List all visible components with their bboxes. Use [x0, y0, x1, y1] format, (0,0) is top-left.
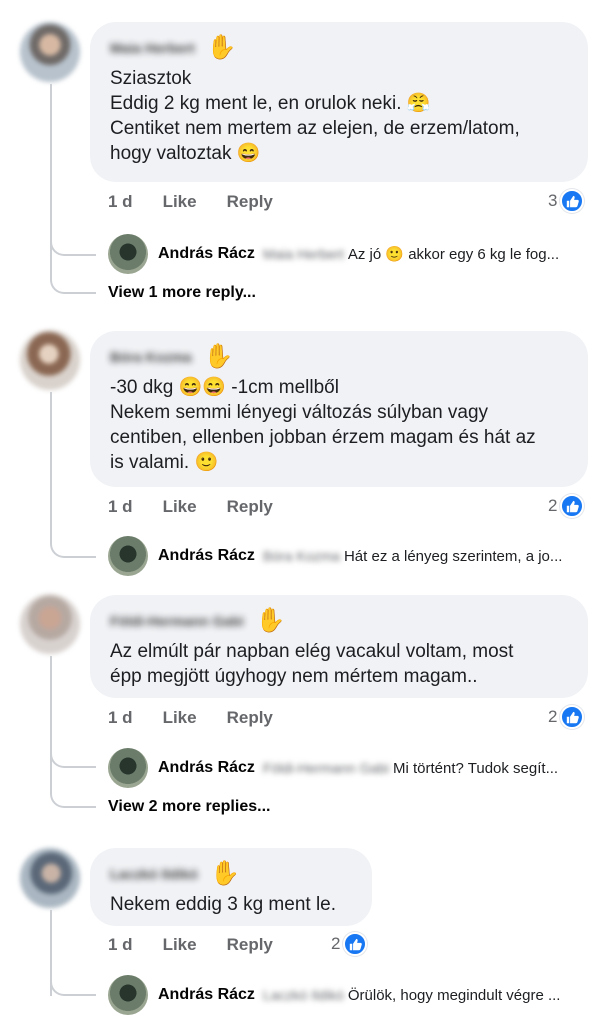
reply-avatar[interactable]: [108, 748, 148, 788]
reaction-number: 2: [331, 934, 341, 953]
reply-avatar[interactable]: [108, 975, 148, 1015]
thread-branch: [50, 532, 96, 558]
reaction-number: 2: [548, 707, 558, 726]
reply-text: Mi történt? Tudok segít...: [392, 759, 559, 777]
reaction-count[interactable]: 2: [548, 494, 585, 518]
commenter-avatar[interactable]: [20, 594, 80, 654]
thread-branch: [50, 256, 96, 294]
comment-actions: 1 d Like Reply: [108, 497, 303, 517]
reply-avatar[interactable]: [108, 536, 148, 576]
view-more-replies-link[interactable]: View 1 more reply...: [108, 284, 256, 302]
comment-text: -30 dkg 😄😄 -1cm mellből Nekem semmi lény…: [110, 377, 536, 473]
comment-bubble: Maia Herbert ✋ Sziasztok Eddig 2 kg ment…: [90, 22, 588, 182]
like-button[interactable]: Like: [163, 497, 197, 517]
commenter-avatar[interactable]: [20, 848, 80, 908]
reply-author[interactable]: András Rácz: [158, 986, 255, 1004]
reply-author[interactable]: András Rácz: [158, 759, 255, 777]
commenter-name[interactable]: Maia Herbert: [110, 40, 195, 56]
reply-author[interactable]: András Rácz: [158, 245, 255, 263]
like-button[interactable]: Like: [163, 192, 197, 212]
reply-text: Örülök, hogy megindult végre ...: [347, 986, 561, 1004]
comment-time[interactable]: 1 d: [108, 192, 133, 212]
reply-row: András Rácz Földi-Hermann Gabi Mi történ…: [108, 748, 594, 788]
comment-text: Nekem eddig 3 kg ment le.: [110, 894, 337, 915]
thread-branch: [50, 742, 96, 768]
reply-tag[interactable]: Földi-Hermann Gabi: [263, 760, 389, 776]
reply-button[interactable]: Reply: [227, 497, 273, 517]
reply-button[interactable]: Reply: [227, 192, 273, 212]
reply-tag[interactable]: Laczkó Ildikó: [263, 987, 344, 1003]
comment-bubble: Laczkó Ildikó ✋ Nekem eddig 3 kg ment le…: [90, 848, 372, 926]
comment-text: Sziasztok Eddig 2 kg ment le, en orulok …: [110, 68, 520, 164]
waving-hand-icon: ✋: [209, 860, 240, 887]
reply-tag[interactable]: Maia Herbert: [263, 246, 344, 262]
comment-bubble: Földi-Hermann Gabi ✋ Az elmúlt pár napba…: [90, 595, 588, 698]
reply-text: Hát ez a lényeg szerintem, a jo...: [343, 547, 563, 565]
reaction-count[interactable]: 2: [331, 932, 368, 956]
reaction-count[interactable]: 2: [548, 705, 585, 729]
thumbs-up-icon: [560, 705, 585, 729]
like-button[interactable]: Like: [163, 935, 197, 955]
commenter-avatar[interactable]: [20, 330, 80, 390]
thumbs-up-icon: [560, 189, 585, 213]
comment-time[interactable]: 1 d: [108, 935, 133, 955]
commenter-name[interactable]: Laczkó Ildikó: [110, 866, 198, 882]
reaction-count[interactable]: 3: [548, 189, 585, 213]
reply-row: András Rácz Laczkó Ildikó Örülök, hogy m…: [108, 975, 594, 1015]
comment-bubble: Bóra Kozma ✋ -30 dkg 😄😄 -1cm mellből Nek…: [90, 331, 588, 487]
reaction-number: 3: [548, 191, 558, 210]
thread-branch: [50, 768, 96, 808]
thread-branch: [50, 230, 96, 256]
reply-row: András Rácz Maia Herbert Az jó 🙂 akkor e…: [108, 234, 594, 274]
reaction-number: 2: [548, 496, 558, 515]
thumbs-up-icon: [343, 932, 368, 956]
comment-time[interactable]: 1 d: [108, 708, 133, 728]
comment-actions: 1 d Like Reply: [108, 708, 303, 728]
thread-branch: [50, 970, 96, 996]
commenter-name[interactable]: Bóra Kozma: [110, 349, 192, 365]
commenter-name[interactable]: Földi-Hermann Gabi: [110, 613, 244, 629]
waving-hand-icon: ✋: [255, 607, 286, 634]
waving-hand-icon: ✋: [203, 343, 234, 370]
reply-tag[interactable]: Bóra Kozma: [263, 548, 340, 564]
thread-line: [50, 392, 52, 532]
comment-actions: 1 d Like Reply: [108, 192, 303, 212]
waving-hand-icon: ✋: [206, 34, 237, 61]
reply-avatar[interactable]: [108, 234, 148, 274]
thumbs-up-icon: [560, 494, 585, 518]
view-more-replies-link[interactable]: View 2 more replies...: [108, 798, 270, 816]
reply-author[interactable]: András Rácz: [158, 547, 255, 565]
reply-button[interactable]: Reply: [227, 708, 273, 728]
comment-text: Az elmúlt pár napban elég vacakul voltam…: [110, 641, 514, 687]
like-button[interactable]: Like: [163, 708, 197, 728]
commenter-avatar[interactable]: [20, 22, 80, 82]
reply-button[interactable]: Reply: [227, 935, 273, 955]
reply-row: András Rácz Bóra Kozma Hát ez a lényeg s…: [108, 536, 594, 576]
comment-time[interactable]: 1 d: [108, 497, 133, 517]
reply-text: Az jó 🙂 akkor egy 6 kg le fog...: [347, 246, 560, 263]
comment-actions: 1 d Like Reply: [108, 935, 303, 955]
